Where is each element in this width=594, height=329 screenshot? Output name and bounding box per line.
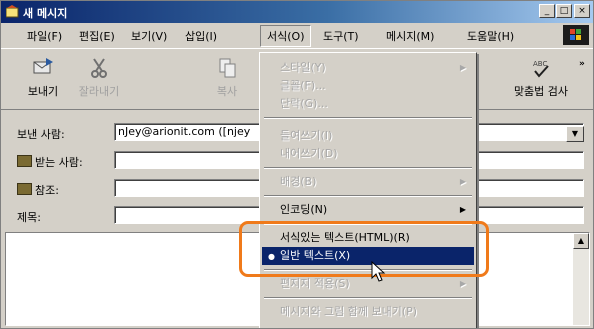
format-menu-send-pictures[interactable]: 메시지와 그림 함께 보내기(P) — [262, 303, 474, 321]
format-menu-indent[interactable]: 들여쓰기(I) — [262, 127, 474, 145]
format-menu: 스타일(Y) ▶ 글꼴(F)... 단락(G)... 들여쓰기(I) 내어쓰기(D… — [259, 52, 477, 328]
title-bar[interactable]: 새 메시지 _ □ × — [1, 1, 593, 23]
menu-file[interactable]: 파일(F) — [27, 28, 62, 44]
subject-label: 제목: — [17, 211, 41, 224]
format-menu-stationery[interactable]: 편지지 적용(S) ▶ — [262, 275, 474, 293]
spellcheck-label: 맞춤법 검사 — [513, 85, 569, 98]
cut-button[interactable]: 잘라내기 — [69, 57, 129, 99]
format-menu-encoding[interactable]: 인코딩(N) ▶ — [262, 201, 474, 219]
menu-format[interactable]: 서식(O) — [260, 25, 312, 47]
spellcheck-button[interactable]: ABC 맞춤법 검사 — [501, 57, 581, 99]
send-label: 보내기 — [27, 85, 59, 98]
menu-separator — [264, 117, 472, 119]
scroll-up-icon[interactable]: ▲ — [573, 233, 589, 249]
menu-separator — [264, 167, 472, 169]
highlight-annotation — [239, 221, 489, 277]
menu-edit[interactable]: 편집(E) — [79, 28, 115, 44]
cc-label-wrap[interactable]: 참조: — [17, 182, 59, 198]
format-menu-font[interactable]: 글꼴(F)... — [262, 77, 474, 95]
cc-label: 참조: — [35, 184, 59, 197]
compose-window: 새 메시지 _ □ × 파일(F) 편집(E) 보기(V) 삽입(I) 서식(O… — [0, 0, 594, 329]
menu-view[interactable]: 보기(V) — [131, 28, 167, 44]
close-button[interactable]: × — [574, 4, 590, 18]
menu-tools[interactable]: 도구(T) — [323, 28, 359, 44]
chevron-down-icon: ▼ — [571, 129, 579, 138]
format-menu-outdent[interactable]: 내어쓰기(D) — [262, 145, 474, 163]
copy-icon — [197, 57, 257, 81]
submenu-arrow-icon: ▶ — [459, 63, 466, 72]
maximize-button[interactable]: □ — [556, 4, 572, 18]
body-scrollbar[interactable]: ▲ — [573, 233, 589, 325]
from-label: 보낸 사람: — [17, 128, 65, 141]
copy-button[interactable]: 복사 — [197, 57, 257, 99]
scissors-icon — [69, 57, 129, 81]
activity-logo — [563, 25, 589, 45]
copy-label: 복사 — [216, 85, 238, 98]
mouse-pointer-icon — [371, 261, 386, 282]
format-menu-style[interactable]: 스타일(Y) ▶ — [262, 59, 474, 77]
to-label-wrap[interactable]: 받는 사람: — [17, 154, 83, 170]
menu-message[interactable]: 메시지(M) — [386, 28, 434, 44]
menu-separator — [264, 297, 472, 299]
spellcheck-icon: ABC — [501, 57, 581, 81]
submenu-arrow-icon: ▶ — [459, 177, 466, 186]
to-label: 받는 사람: — [35, 156, 83, 169]
menu-bar: 파일(F) 편집(E) 보기(V) 삽입(I) 서식(O) 도구(T) 메시지(… — [1, 23, 593, 47]
from-dropdown-button[interactable]: ▼ — [566, 126, 584, 142]
new-message-icon — [6, 5, 19, 18]
submenu-arrow-icon: ▶ — [459, 279, 466, 288]
window-title: 새 메시지 — [23, 7, 68, 20]
svg-text:ABC: ABC — [533, 60, 547, 68]
menu-insert[interactable]: 삽입(I) — [185, 28, 217, 44]
submenu-arrow-icon: ▶ — [459, 205, 466, 214]
toolbar-overflow-button[interactable]: » — [579, 59, 585, 69]
cut-label: 잘라내기 — [78, 85, 120, 98]
format-menu-paragraph[interactable]: 단락(G)... — [262, 95, 474, 113]
windows-logo-icon — [570, 29, 581, 40]
address-book-icon — [17, 183, 32, 195]
menu-separator — [264, 195, 472, 197]
address-book-icon — [17, 155, 32, 167]
menu-help[interactable]: 도움말(H) — [467, 28, 514, 44]
send-button[interactable]: 보내기 — [13, 57, 73, 99]
minimize-button[interactable]: _ — [539, 4, 555, 18]
send-icon — [13, 57, 73, 81]
format-menu-background[interactable]: 배경(B) ▶ — [262, 173, 474, 191]
